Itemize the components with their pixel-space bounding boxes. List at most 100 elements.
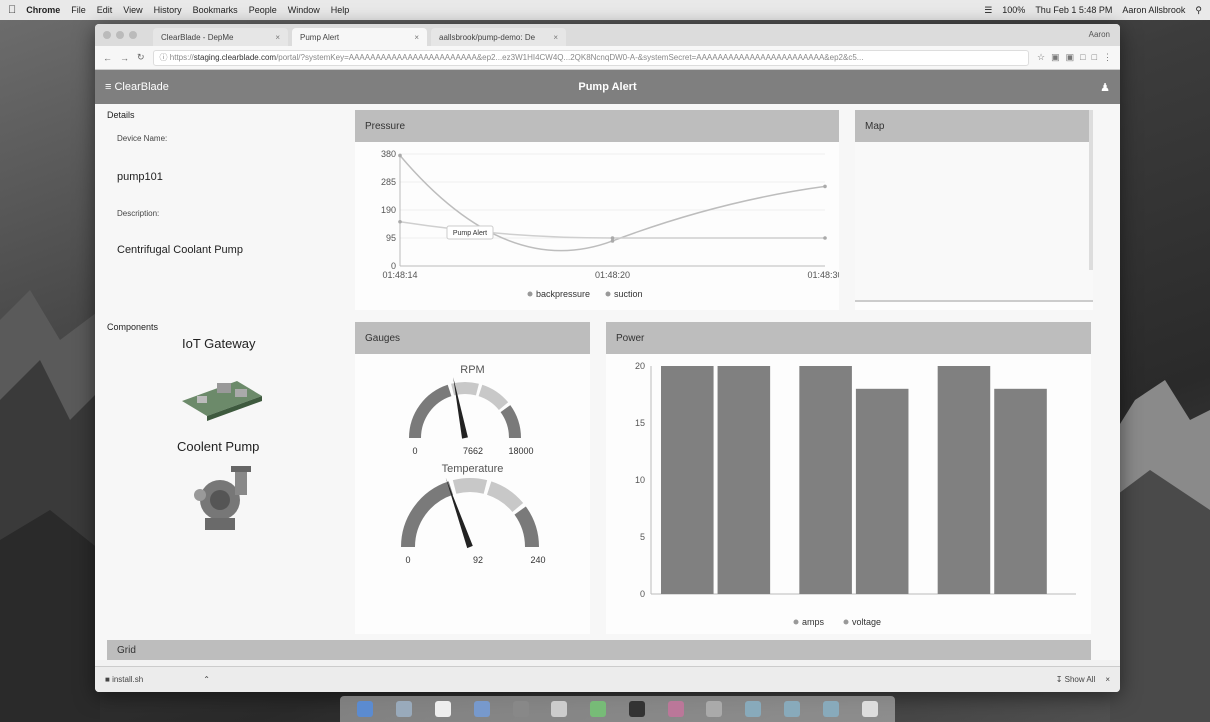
extension-icon[interactable]: ▣ — [1066, 52, 1075, 63]
rpm-gauge-value: 7662 — [463, 446, 483, 456]
show-all-button[interactable]: ↧ Show All — [1056, 675, 1096, 684]
power-bar-amps — [937, 366, 991, 594]
temperature-gauge-min: 0 — [405, 555, 410, 565]
terminal-icon[interactable] — [628, 701, 645, 717]
pressure-point-suction — [823, 236, 827, 240]
mac-menu-bar:  Chrome File Edit View History Bookmark… — [0, 0, 1210, 20]
temperature-gauge-arc-low — [401, 481, 454, 548]
menu-status-area: ☰ 100% Thu Feb 1 5:48 PM Aaron Allsbrook… — [984, 5, 1202, 16]
close-tab-icon[interactable]: × — [414, 33, 419, 42]
forward-icon[interactable]: → — [120, 53, 129, 63]
power-bar-voltage — [855, 388, 909, 594]
components-panel: Components IoT Gateway Coolent Pump — [107, 322, 347, 540]
notes-icon[interactable] — [434, 701, 451, 717]
temperature-gauge: 0 92 240 — [401, 477, 546, 565]
folder-icon[interactable] — [783, 701, 800, 717]
map-view[interactable] — [855, 142, 1093, 302]
clock[interactable]: Thu Feb 1 5:48 PM — [1035, 5, 1112, 16]
download-file-icon[interactable]: ■ — [105, 675, 110, 684]
zoom-window-button[interactable] — [129, 31, 137, 39]
close-tab-icon[interactable]: × — [275, 33, 280, 42]
menu-bookmarks[interactable]: Bookmarks — [193, 5, 238, 15]
menu-edit[interactable]: Edit — [97, 5, 113, 15]
extension-icon[interactable]: □ — [1092, 52, 1097, 63]
menu-people[interactable]: People — [249, 5, 277, 15]
power-heading: Power — [606, 322, 1091, 354]
dashboard: Details Device Name: pump101 Description… — [95, 104, 1120, 660]
system-preferences-icon[interactable] — [706, 701, 723, 717]
desktop-wallpaper-right — [1110, 380, 1210, 722]
reload-icon[interactable]: ↻ — [137, 52, 145, 63]
bookmark-star-icon[interactable]: ☆ — [1037, 52, 1045, 63]
grid-panel: Grid — [107, 640, 1091, 660]
download-options-icon[interactable]: ⌃ — [203, 675, 210, 684]
map-panel: Map — [855, 110, 1093, 310]
menu-file[interactable]: File — [71, 5, 86, 15]
extension-icon[interactable]: ▣ — [1051, 52, 1060, 63]
menu-view[interactable]: View — [123, 5, 142, 15]
pressure-x-tick: 01:48:14 — [382, 270, 417, 280]
wifi-icon[interactable]: ☰ — [984, 5, 992, 16]
finder-icon[interactable] — [512, 701, 529, 717]
gauges-panel: Gauges RPM 0 7662 18000 Temperature 0 92 240 — [355, 322, 590, 634]
close-tab-icon[interactable]: × — [553, 33, 558, 42]
close-downloads-icon[interactable]: × — [1105, 675, 1110, 684]
safari-icon[interactable] — [396, 701, 413, 717]
back-icon[interactable]: ← — [103, 53, 112, 63]
power-chart[interactable]: 0 5 10 15 20 amps voltage — [606, 354, 1091, 634]
finder-icon[interactable] — [357, 701, 374, 717]
pressure-panel: Pressure 0 95 190 285 380 01:48:14 01:48:20 01:… — [355, 110, 843, 310]
description-label: Description: — [117, 209, 160, 218]
components-heading: Components — [107, 322, 159, 332]
map-scrollbar[interactable] — [1089, 110, 1093, 270]
rpm-gauge-arc-mid — [451, 382, 479, 396]
trash-icon[interactable] — [861, 701, 878, 717]
rpm-gauge-max: 18000 — [508, 446, 533, 456]
chrome-icon[interactable] — [551, 701, 568, 717]
menu-user[interactable]: Aaron Allsbrook — [1122, 5, 1185, 16]
menu-kebab-icon[interactable]: ⋮ — [1103, 52, 1112, 63]
spotlight-icon[interactable]: ⚲ — [1195, 5, 1202, 16]
menu-history[interactable]: History — [154, 5, 182, 15]
pressure-legend-swatch — [527, 291, 533, 297]
minimize-window-button[interactable] — [116, 31, 124, 39]
close-window-button[interactable] — [103, 31, 111, 39]
tab-pump-alert[interactable]: Pump Alert × — [292, 28, 427, 46]
extension-icon[interactable]: □ — [1080, 52, 1085, 63]
pressure-x-tick: 01:48:30 — [807, 270, 839, 280]
menu-window[interactable]: Window — [288, 5, 320, 15]
power-bar-voltage — [717, 366, 771, 594]
menu-help[interactable]: Help — [331, 5, 350, 15]
power-legend-amps: amps — [802, 617, 825, 627]
slack-icon[interactable] — [667, 701, 684, 717]
power-bar-amps — [799, 366, 852, 594]
pressure-y-tick: 285 — [381, 177, 396, 187]
url-path: /portal/?systemKey=AAAAAAAAAAAAAAAAAAAAA… — [276, 53, 864, 62]
menu-app-name[interactable]: Chrome — [26, 5, 60, 15]
device-name-label: Device Name: — [117, 134, 168, 143]
description-value: Centrifugal Coolant Pump — [117, 244, 243, 256]
pressure-legend-suction: suction — [614, 289, 643, 299]
info-icon[interactable]: ⓘ https:// — [160, 52, 194, 63]
profile-name[interactable]: Aaron — [1089, 30, 1110, 39]
window-controls — [103, 31, 137, 39]
app-store-icon[interactable] — [473, 701, 490, 717]
download-filename[interactable]: install.sh — [112, 675, 143, 684]
messages-icon[interactable] — [590, 701, 607, 717]
rpm-gauge-arc-high — [478, 384, 509, 411]
pressure-chart[interactable]: 09519028538001:48:1401:48:2001:48:30Pump… — [355, 142, 843, 310]
pressure-tooltip: Pump Alert — [446, 225, 494, 240]
apple-icon[interactable]:  — [8, 4, 16, 16]
power-y-tick: 20 — [635, 361, 645, 371]
battery-level[interactable]: 100% — [1002, 5, 1025, 16]
pressure-point-backpressure — [823, 184, 827, 189]
tab-clearblade[interactable]: ClearBlade - DepMe × — [153, 28, 288, 46]
folder-icon[interactable] — [745, 701, 762, 717]
rpm-gauge-min: 0 — [412, 446, 417, 456]
component-label-gateway: IoT Gateway — [182, 336, 256, 351]
temperature-gauge-value: 92 — [473, 555, 483, 565]
tab-github[interactable]: aallsbrook/pump-demo: De × — [431, 28, 566, 46]
url-field[interactable]: ⓘ https://staging.clearblade.com/portal/… — [152, 49, 1030, 66]
pressure-point-suction — [398, 219, 402, 224]
folder-icon[interactable] — [822, 701, 839, 717]
